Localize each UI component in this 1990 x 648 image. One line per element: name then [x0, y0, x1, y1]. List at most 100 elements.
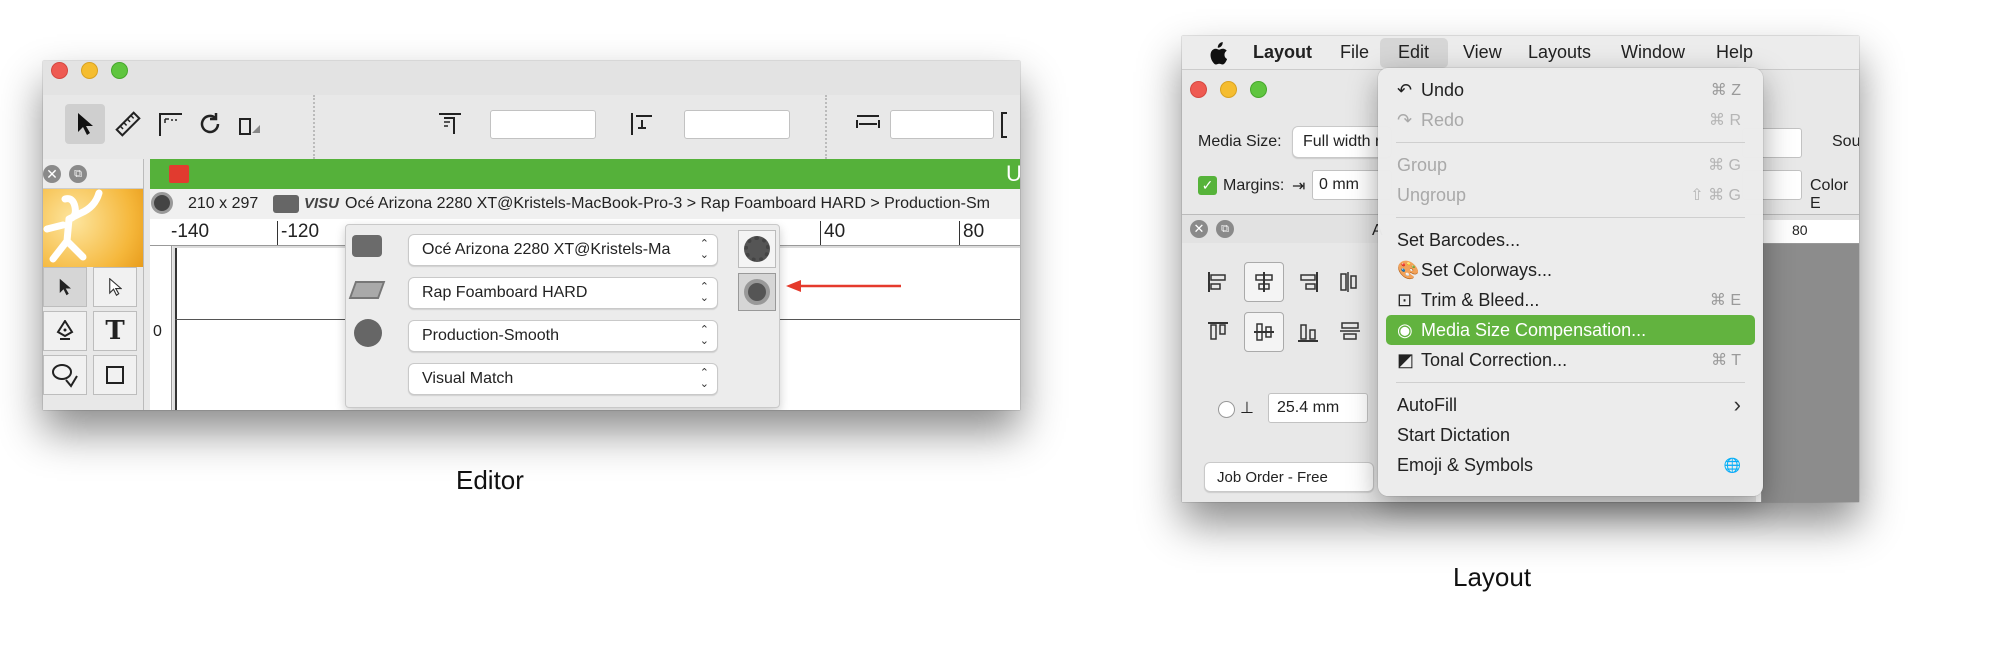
undo-icon: ↶ [1397, 79, 1413, 100]
spacing-radio[interactable] [1218, 401, 1235, 418]
close-panel-icon[interactable]: ✕ [43, 165, 61, 183]
direct-selection-tool[interactable] [93, 267, 137, 307]
offset-y-field[interactable] [684, 110, 790, 139]
rotate-tool[interactable] [193, 107, 227, 141]
menu-item-media-size-compensation[interactable]: ◉ Media Size Compensation... [1386, 315, 1755, 345]
apple-icon[interactable] [1208, 42, 1228, 66]
pen-tool[interactable] [43, 311, 87, 351]
menu-item-autofill[interactable]: AutoFill › [1386, 390, 1755, 420]
align-left-button[interactable] [625, 107, 659, 141]
close-panel-icon[interactable]: ✕ [1190, 220, 1208, 238]
distribute-horizontal-button[interactable] [1332, 264, 1368, 300]
menu-file[interactable]: File [1340, 42, 1369, 63]
width-button[interactable] [851, 107, 885, 141]
media-icon [348, 281, 386, 299]
minimize-button[interactable] [81, 62, 98, 79]
media-size-select[interactable]: Full width r [1292, 126, 1392, 158]
vertical-ruler-label: 0 [153, 323, 162, 340]
media-size-compensation-icon[interactable] [151, 192, 173, 214]
edit-menu: ↶ Undo ⌘ Z ↷ Redo ⌘ R Group ⌘ G Ungroup ⇧ ⌘ G … [1378, 68, 1763, 496]
rendering-select[interactable]: Visual Match ⌃ ⌄ [408, 363, 718, 395]
media-size-compensation-icon: ◉ [1397, 319, 1413, 340]
size-text: 210 x 297 [188, 195, 259, 212]
toolbar-divider-2 [825, 95, 827, 159]
menu-separator [1396, 382, 1745, 383]
menu-item-set-barcodes[interactable]: Set Barcodes... [1386, 225, 1755, 255]
menu-shortcut: ⌘ R [1709, 112, 1741, 129]
distribute-left-icon [631, 113, 652, 135]
menu-view[interactable]: View [1463, 42, 1502, 63]
zoom-button[interactable] [1250, 81, 1267, 98]
printer-path: Océ Arizona 2280 XT@Kristels-MacBook-Pro… [345, 195, 990, 212]
rendering-select-value: Visual Match [422, 370, 514, 387]
zoom-button[interactable] [111, 62, 128, 79]
arrow-pointer-icon [78, 113, 93, 135]
gear-icon [744, 236, 770, 262]
close-button[interactable] [1190, 81, 1207, 98]
ruler-label: -120 [281, 221, 320, 242]
media-size-compensation-icon [744, 279, 770, 305]
quality-select[interactable]: Production-Smooth ⌃ ⌄ [408, 320, 718, 352]
crop-icon: ⊡ [1397, 289, 1413, 310]
spacing-field[interactable]: 25.4 mm [1268, 393, 1368, 423]
selection-tool[interactable] [43, 267, 87, 307]
chevron-updown-icon: ⌃ ⌄ [699, 281, 709, 304]
editor-caption: Editor [456, 465, 524, 495]
printer-select[interactable]: Océ Arizona 2280 XT@Kristels-Ma ⌃ ⌄ [408, 234, 718, 266]
ruler-tick [277, 221, 278, 245]
job-order-select[interactable]: Job Order - Free [1204, 462, 1374, 492]
minimize-button[interactable] [1220, 81, 1237, 98]
menu-item-set-colorways[interactable]: 🎨 Set Colorways... [1386, 255, 1755, 285]
align-center-button[interactable] [1244, 262, 1284, 302]
menu-item-label: AutoFill [1397, 394, 1458, 415]
menu-item-label: Tonal Correction... [1421, 349, 1568, 370]
detach-panel-icon[interactable]: ⧉ [69, 165, 87, 183]
menu-item-ungroup[interactable]: Ungroup ⇧ ⌘ G [1386, 180, 1755, 210]
menu-item-redo[interactable]: ↷ Redo ⌘ R [1386, 105, 1755, 135]
menu-edit[interactable]: Edit [1398, 42, 1429, 63]
figure-logo-icon [43, 189, 103, 263]
align-bottom-edges-button[interactable] [1290, 314, 1326, 350]
lasso-tool[interactable] [43, 355, 87, 395]
margins-label: Margins: [1223, 177, 1285, 194]
detach-panel-icon[interactable]: ⧉ [1216, 220, 1234, 238]
settings-button[interactable] [738, 230, 776, 268]
document-tab-bar[interactable] [150, 159, 1020, 189]
rotate-icon [200, 113, 220, 134]
media-select[interactable]: Rap Foamboard HARD ⌃ ⌄ [408, 277, 718, 309]
layout-canvas[interactable] [1762, 244, 1859, 502]
offset-x-field[interactable] [490, 110, 596, 139]
menu-item-emoji-symbols[interactable]: Emoji & Symbols 🌐 [1386, 450, 1755, 480]
ruler-icon [115, 111, 141, 137]
menu-help[interactable]: Help [1716, 42, 1753, 63]
width-field[interactable] [890, 110, 994, 139]
menu-item-start-dictation[interactable]: Start Dictation [1386, 420, 1755, 450]
align-top-edges-button[interactable] [1200, 314, 1236, 350]
height-icon[interactable] [1001, 112, 1007, 138]
align-middle-button[interactable] [1244, 312, 1284, 352]
rectangle-tool[interactable] [93, 355, 137, 395]
distribute-vertical-button[interactable] [1332, 314, 1368, 350]
align-left-edges-button[interactable] [1200, 264, 1236, 300]
text-tool[interactable]: T [93, 311, 137, 351]
media-size-compensation-button[interactable] [738, 273, 776, 311]
margins-checkbox[interactable]: ✓ [1198, 176, 1217, 195]
menu-layout[interactable]: Layout [1253, 42, 1312, 63]
media-size-value: Full width r [1303, 133, 1381, 150]
layout-ruler [1762, 220, 1859, 244]
menu-item-tonal-correction[interactable]: ◩ Tonal Correction... ⌘ T [1386, 345, 1755, 375]
menu-item-undo[interactable]: ↶ Undo ⌘ Z [1386, 75, 1755, 105]
close-button[interactable] [51, 62, 68, 79]
menu-item-trim-bleed[interactable]: ⊡ Trim & Bleed... ⌘ E [1386, 285, 1755, 315]
menu-layouts[interactable]: Layouts [1528, 42, 1591, 63]
menu-item-group[interactable]: Group ⌘ G [1386, 150, 1755, 180]
ruler-tool[interactable] [111, 107, 145, 141]
align-right-edges-button[interactable] [1290, 264, 1326, 300]
margins-value: 0 mm [1319, 176, 1359, 193]
menu-window[interactable]: Window [1621, 42, 1685, 63]
select-arrow-tool[interactable] [65, 104, 105, 144]
align-top-button[interactable] [433, 107, 467, 141]
crop-marks-tool[interactable] [153, 107, 187, 141]
margin-left-icon: ⇥ [1292, 178, 1306, 195]
transform-tool[interactable] [233, 107, 267, 141]
